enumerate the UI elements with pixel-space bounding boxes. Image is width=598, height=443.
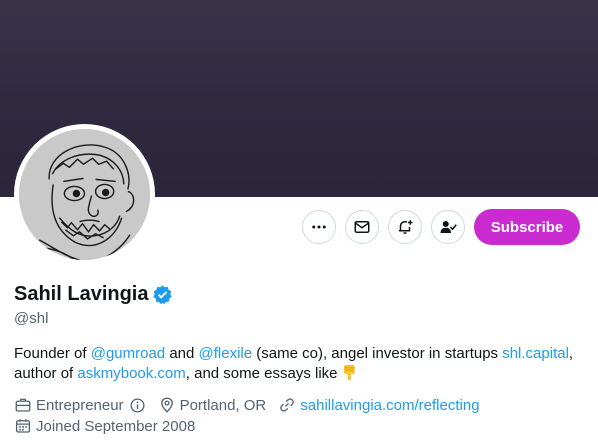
briefcase-icon: [15, 398, 31, 412]
info-icon[interactable]: [124, 397, 146, 414]
person-check-icon: [440, 221, 457, 233]
website-item: sahillavingia.com/reflecting: [278, 396, 480, 414]
notifications-button[interactable]: [388, 210, 422, 244]
envelope-icon: [354, 221, 370, 233]
location-text: Portland, OR: [179, 396, 267, 414]
following-button[interactable]: [431, 210, 465, 244]
askmybook-link[interactable]: askmybook.com: [77, 365, 185, 382]
location-item: Portland, OR: [158, 396, 267, 414]
location-pin-icon: [160, 397, 173, 413]
bio-text: and: [165, 345, 199, 362]
more-button[interactable]: [302, 210, 336, 244]
avatar[interactable]: [14, 124, 155, 265]
verified-badge-icon[interactable]: [152, 284, 173, 305]
more-icon: [312, 225, 326, 229]
avatar-sketch: [19, 129, 150, 260]
mention-flexile-link[interactable]: @flexile: [199, 345, 253, 362]
bio-text: , and some essays like: [185, 365, 338, 382]
subscribe-button[interactable]: Subscribe: [474, 209, 580, 245]
pointing-down-emoji-icon: [342, 364, 357, 387]
joined-item: Joined September 2008: [14, 417, 195, 435]
category-text: Entrepreneur: [36, 396, 124, 414]
display-name: Sahil Lavingia: [14, 283, 149, 305]
bio-text: Founder of: [14, 345, 91, 362]
shl-capital-link[interactable]: shl.capital: [502, 345, 569, 362]
message-button[interactable]: [345, 210, 379, 244]
bio: Founder of @gumroad and @flexile (same c…: [14, 344, 589, 387]
calendar-icon: [15, 419, 31, 433]
name-row: Sahil Lavingia: [14, 283, 173, 306]
profile-meta: Entrepreneur Portland, OR sahillavingia.…: [14, 395, 492, 436]
handle: @shl: [14, 310, 49, 327]
website-link[interactable]: sahillavingia.com/reflecting: [300, 397, 479, 414]
category-item: Entrepreneur: [14, 396, 146, 414]
bio-text: (same co), angel investor in startups: [252, 345, 503, 362]
link-icon: [280, 398, 295, 412]
bell-plus-icon: [399, 220, 413, 234]
profile-actions: Subscribe: [302, 209, 580, 245]
joined-text: Joined September 2008: [36, 417, 196, 435]
mention-gumroad-link[interactable]: @gumroad: [91, 345, 165, 362]
avatar-image: [19, 129, 150, 260]
